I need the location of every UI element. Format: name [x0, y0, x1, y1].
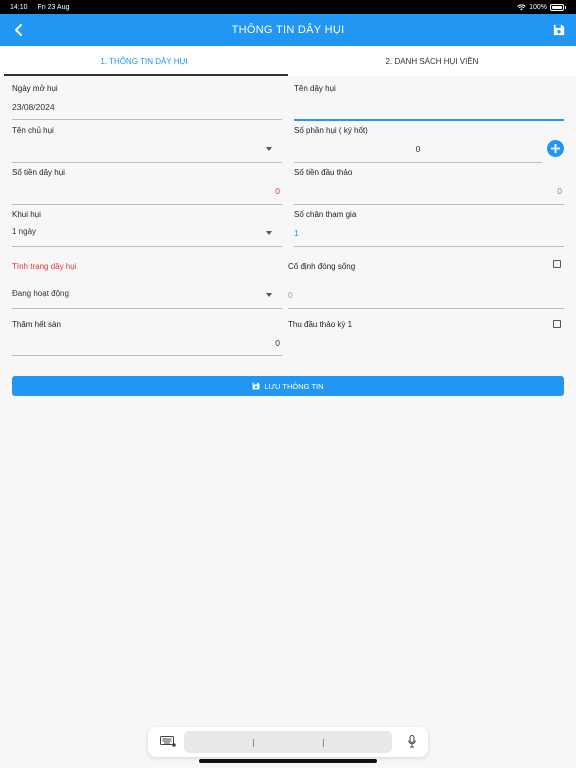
- keyboard-shortcut-bar: [148, 727, 428, 757]
- save-button-label: LƯU THÔNG TIN: [264, 381, 324, 391]
- ten-chu-hui-dropdown[interactable]: Tên chủ hụi: [12, 126, 282, 163]
- tinh-trang-day-hui-label: Tình trạng dây hụi: [12, 262, 77, 271]
- so-tien-day-hui-label: Số tiền dây hụi: [12, 168, 65, 177]
- ten-day-hui-label: Tên dây hụi: [294, 84, 336, 93]
- so-phan-hui-value: 0: [415, 144, 421, 154]
- thu-dau-thao-ky1-field: Thu đầu thảo kỳ 1: [288, 320, 564, 340]
- khui-hui-value: 1 ngày: [12, 227, 37, 236]
- tham-het-san-label: Thăm hết sàn: [12, 320, 61, 329]
- status-date: Fri 23 Aug: [37, 3, 70, 11]
- so-tien-dau-thao-field[interactable]: Số tiền đầu thảo 0: [294, 168, 564, 205]
- so-phan-hui-label: Số phần hụi ( ký hốt): [294, 126, 368, 135]
- tab-label: 2. DANH SÁCH HỤI VIÊN: [385, 56, 479, 66]
- co-dinh-dong-song-label: Cố định đóng sống: [288, 262, 356, 271]
- so-chan-tham-gia-value: 1: [294, 228, 299, 238]
- tham-het-san-value: 0: [275, 338, 280, 348]
- tinh-trang-day-hui-dropdown[interactable]: Tình trạng dây hụi Đang hoạt động: [12, 262, 282, 309]
- ngay-mo-hui-value: 23/08/2024: [12, 102, 55, 112]
- wifi-icon: [517, 4, 526, 10]
- so-tien-day-hui-value: 0: [275, 186, 280, 196]
- tab-thong-tin-day-hui[interactable]: 1. THÔNG TIN DÂY HỤI: [0, 46, 288, 76]
- battery-icon: [550, 3, 564, 11]
- chevron-down-icon: [266, 147, 272, 151]
- co-dinh-dong-song-input[interactable]: 0: [288, 290, 293, 300]
- floppy-disk-icon: [253, 382, 260, 390]
- plus-icon: [551, 144, 560, 153]
- so-chan-tham-gia-label: Số chân tham gia: [294, 210, 357, 219]
- save-button[interactable]: LƯU THÔNG TIN: [12, 376, 564, 396]
- ten-day-hui-field[interactable]: Tên dây hụi: [294, 84, 564, 121]
- chevron-down-icon: [266, 231, 272, 235]
- battery-percent: 100%: [529, 3, 547, 11]
- home-indicator[interactable]: [199, 759, 377, 763]
- co-dinh-dong-song-field: Cố định đóng sống 0: [288, 260, 564, 309]
- thu-dau-thao-ky1-checkbox[interactable]: [553, 320, 561, 328]
- status-time: 14:10: [10, 3, 28, 11]
- shortcut-suggestions[interactable]: [184, 731, 392, 753]
- microphone-icon[interactable]: [408, 735, 416, 748]
- co-dinh-dong-song-checkbox[interactable]: [553, 260, 561, 268]
- floppy-disk-icon: [553, 24, 565, 36]
- tab-label: 1. THÔNG TIN DÂY HỤI: [100, 56, 188, 66]
- tinh-trang-day-hui-value: Đang hoạt động: [12, 289, 69, 298]
- back-button[interactable]: [8, 19, 30, 41]
- add-so-phan-hui-button[interactable]: [547, 140, 564, 157]
- thu-dau-thao-ky1-label: Thu đầu thảo kỳ 1: [288, 320, 353, 329]
- khui-hui-dropdown[interactable]: Khui hụi 1 ngày: [12, 210, 282, 247]
- so-tien-day-hui-field[interactable]: Số tiền dây hụi 0: [12, 168, 282, 205]
- chevron-left-icon: [15, 24, 22, 36]
- app-bar: THÔNG TIN DÂY HỤI: [0, 14, 576, 46]
- tab-danh-sach-hui-vien[interactable]: 2. DANH SÁCH HỤI VIÊN: [288, 46, 576, 76]
- tab-bar: 1. THÔNG TIN DÂY HỤI 2. DANH SÁCH HỤI VI…: [0, 46, 576, 76]
- save-icon-button[interactable]: [548, 19, 570, 41]
- chevron-down-icon: [266, 293, 272, 297]
- ngay-mo-hui-label: Ngày mở hụi: [12, 84, 58, 93]
- form-content: Ngày mở hụi 23/08/2024 Tên dây hụi Tên c…: [0, 76, 576, 768]
- page-title: THÔNG TIN DÂY HỤI: [231, 24, 345, 36]
- status-bar: 14:10 Fri 23 Aug 100%: [0, 0, 576, 14]
- so-chan-tham-gia-field[interactable]: Số chân tham gia 1: [294, 210, 564, 247]
- so-tien-dau-thao-label: Số tiền đầu thảo: [294, 168, 353, 177]
- ten-chu-hui-label: Tên chủ hụi: [12, 126, 54, 135]
- so-phan-hui-field[interactable]: Số phần hụi ( ký hốt) 0: [294, 126, 542, 163]
- so-tien-dau-thao-value: 0: [557, 186, 562, 196]
- khui-hui-label: Khui hụi: [12, 210, 41, 219]
- tham-het-san-field[interactable]: Thăm hết sàn 0: [12, 320, 282, 356]
- keyboard-icon[interactable]: [160, 736, 176, 747]
- ngay-mo-hui-field[interactable]: Ngày mở hụi 23/08/2024: [12, 84, 282, 120]
